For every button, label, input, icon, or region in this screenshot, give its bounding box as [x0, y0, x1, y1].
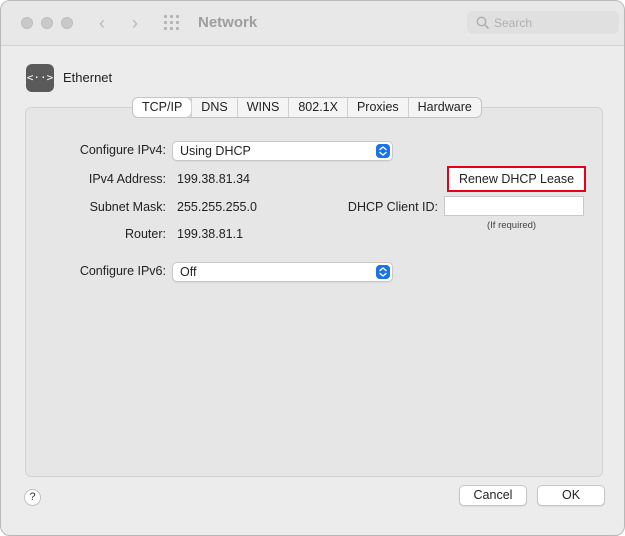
search-placeholder: Search	[494, 16, 533, 30]
configure-ipv6-select[interactable]: Off	[172, 262, 393, 282]
tab-8021x[interactable]: 802.1X	[288, 98, 347, 117]
router-value: 199.38.81.1	[177, 227, 244, 241]
toolbar: ‹ › Network Search	[1, 1, 624, 46]
question-mark-icon: ?	[29, 491, 36, 503]
up-down-arrows-icon	[376, 144, 390, 158]
tab-bar: TCP/IP DNS WINS 802.1X Proxies Hardware	[132, 97, 482, 118]
show-all-button[interactable]	[164, 15, 182, 31]
cancel-button[interactable]: Cancel	[459, 485, 527, 506]
close-window-button[interactable]	[21, 17, 33, 29]
back-button[interactable]: ‹	[91, 12, 113, 34]
tab-tcpip[interactable]: TCP/IP	[133, 98, 192, 117]
dhcp-client-id-hint: (If required)	[487, 220, 537, 231]
configure-ipv4-select[interactable]: Using DHCP	[172, 141, 393, 161]
tab-dns[interactable]: DNS	[191, 98, 236, 117]
tab-hardware[interactable]: Hardware	[407, 98, 481, 117]
chevron-left-icon: ‹	[99, 13, 105, 33]
help-button[interactable]: ?	[24, 489, 41, 506]
search-icon	[476, 16, 489, 29]
router-label: Router:	[125, 227, 166, 241]
dhcp-client-id-label: DHCP Client ID:	[347, 200, 438, 214]
tcpip-panel	[25, 107, 603, 477]
tab-proxies[interactable]: Proxies	[346, 98, 408, 117]
ipv4-address-label: IPv4 Address:	[88, 172, 166, 186]
search-input[interactable]: Search	[467, 11, 619, 34]
configure-ipv4-value: Using DHCP	[180, 144, 251, 158]
configure-ipv4-label: Configure IPv4:	[79, 143, 166, 157]
zoom-window-button[interactable]	[61, 17, 73, 29]
service-name: Ethernet	[63, 70, 113, 85]
window-title: Network	[198, 14, 258, 31]
ipv4-address-value: 199.38.81.34	[177, 172, 250, 186]
minimize-window-button[interactable]	[41, 17, 53, 29]
configure-ipv6-value: Off	[180, 265, 197, 279]
forward-button[interactable]: ›	[124, 12, 146, 34]
tab-wins[interactable]: WINS	[236, 98, 289, 117]
subnet-mask-label: Subnet Mask:	[89, 200, 166, 214]
ethernet-icon: <··>	[26, 64, 54, 92]
renew-dhcp-lease-button[interactable]: Renew DHCP Lease	[447, 166, 586, 192]
up-down-arrows-icon	[376, 265, 390, 279]
configure-ipv6-label: Configure IPv6:	[79, 264, 166, 278]
chevron-right-icon: ›	[132, 13, 138, 33]
ok-button[interactable]: OK	[537, 485, 605, 506]
network-preferences-window: ‹ › Network Search <··> Ethernet TCP/IP …	[0, 0, 625, 536]
dhcp-client-id-field[interactable]	[444, 196, 584, 216]
subnet-mask-value: 255.255.255.0	[177, 200, 257, 214]
